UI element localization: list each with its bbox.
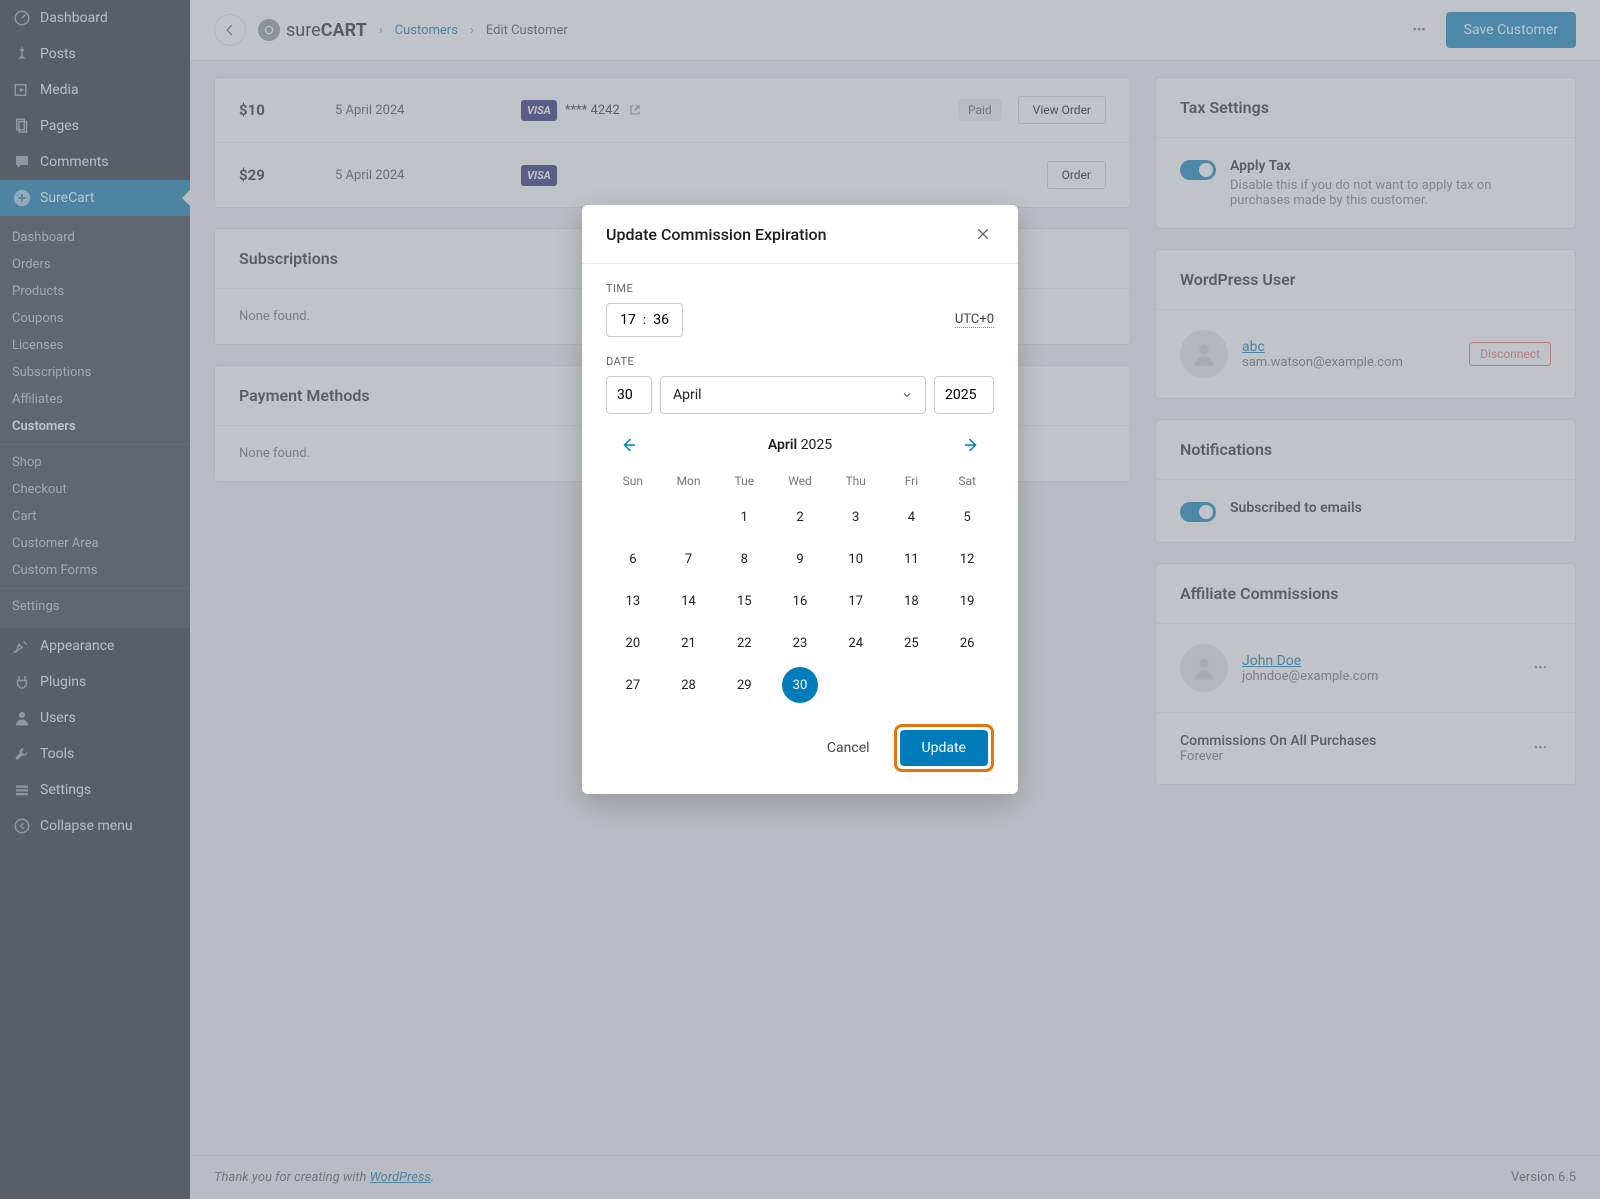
date-label: DATE: [606, 355, 994, 368]
modal-overlay[interactable]: Update Commission Expiration TIME : UTC+…: [0, 0, 1600, 1199]
calendar-dow: Wed: [773, 468, 827, 494]
calendar-day[interactable]: 1: [726, 499, 762, 535]
minute-input[interactable]: [650, 312, 672, 328]
calendar-day[interactable]: 13: [615, 583, 651, 619]
timezone-label[interactable]: UTC+0: [955, 312, 994, 328]
modal-title: Update Commission Expiration: [606, 225, 827, 244]
calendar-dow: Tue: [717, 468, 771, 494]
calendar-day[interactable]: 30: [782, 667, 818, 703]
calendar-day[interactable]: 19: [949, 583, 985, 619]
year-input[interactable]: [934, 376, 994, 414]
arrow-right-icon: [962, 436, 980, 454]
calendar-day[interactable]: 3: [838, 499, 874, 535]
arrow-left-icon: [620, 436, 638, 454]
commission-expiration-modal: Update Commission Expiration TIME : UTC+…: [582, 205, 1018, 794]
calendar-day[interactable]: 29: [726, 667, 762, 703]
time-label: TIME: [606, 282, 994, 295]
calendar-day[interactable]: 14: [671, 583, 707, 619]
calendar-day[interactable]: 11: [893, 541, 929, 577]
calendar-dow: Fri: [885, 468, 939, 494]
calendar-day[interactable]: 26: [949, 625, 985, 661]
chevron-down-icon: [901, 389, 913, 401]
calendar-day[interactable]: 5: [949, 499, 985, 535]
calendar-day[interactable]: 17: [838, 583, 874, 619]
calendar-day[interactable]: 8: [726, 541, 762, 577]
hour-input[interactable]: [617, 312, 639, 328]
month-select[interactable]: April: [660, 376, 926, 414]
prev-month-button[interactable]: [612, 432, 646, 458]
next-month-button[interactable]: [954, 432, 988, 458]
calendar-day[interactable]: 12: [949, 541, 985, 577]
calendar-day[interactable]: 28: [671, 667, 707, 703]
calendar-day[interactable]: 16: [782, 583, 818, 619]
close-icon: [976, 227, 990, 241]
calendar-day[interactable]: 20: [615, 625, 651, 661]
calendar-dow: Thu: [829, 468, 883, 494]
calendar-dow: Mon: [662, 468, 716, 494]
calendar-day[interactable]: 22: [726, 625, 762, 661]
calendar-day[interactable]: 21: [671, 625, 707, 661]
update-button[interactable]: Update: [900, 730, 988, 766]
calendar-day[interactable]: 15: [726, 583, 762, 619]
calendar-day[interactable]: 7: [671, 541, 707, 577]
calendar-day[interactable]: 9: [782, 541, 818, 577]
calendar-day[interactable]: 27: [615, 667, 651, 703]
calendar-day[interactable]: 6: [615, 541, 651, 577]
time-input-group: :: [606, 303, 683, 337]
cancel-button[interactable]: Cancel: [813, 730, 884, 766]
calendar-day[interactable]: 4: [893, 499, 929, 535]
update-button-highlight: Update: [894, 724, 994, 772]
calendar-title: April 2025: [768, 437, 832, 453]
calendar-dow: Sat: [940, 468, 994, 494]
calendar-day[interactable]: 23: [782, 625, 818, 661]
calendar-dow: Sun: [606, 468, 660, 494]
day-input[interactable]: [606, 376, 652, 414]
close-button[interactable]: [972, 223, 994, 245]
calendar-day[interactable]: 18: [893, 583, 929, 619]
calendar-day[interactable]: 10: [838, 541, 874, 577]
calendar-day[interactable]: 2: [782, 499, 818, 535]
calendar-day[interactable]: 25: [893, 625, 929, 661]
calendar-day[interactable]: 24: [838, 625, 874, 661]
